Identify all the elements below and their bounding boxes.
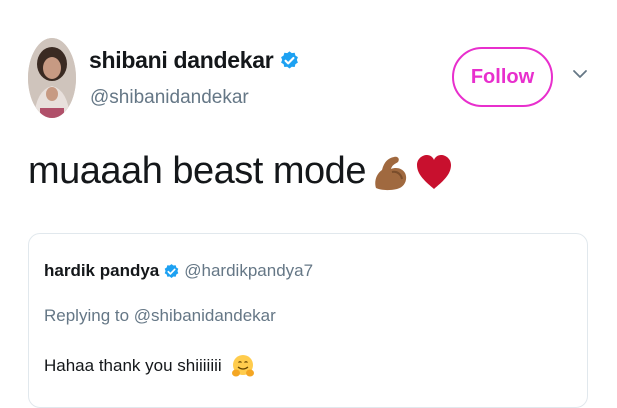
quoted-author-handle[interactable]: @hardikpandya7 xyxy=(184,261,313,281)
verified-badge-icon xyxy=(281,51,299,69)
verified-badge-icon xyxy=(164,263,179,278)
replying-to-text[interactable]: Replying to @shibanidandekar xyxy=(44,306,276,326)
profile-photo xyxy=(28,38,76,118)
red-heart-icon xyxy=(416,154,451,189)
quoted-tweet-text-content: Hahaa thank you shiiiiiii xyxy=(44,356,222,375)
follow-button[interactable]: Follow xyxy=(452,47,553,107)
avatar[interactable] xyxy=(28,38,76,118)
author-name[interactable]: shibani dandekar xyxy=(89,47,300,74)
chevron-down-icon[interactable] xyxy=(572,66,588,82)
quoted-tweet-text: Hahaa thank you shiiiiiii xyxy=(44,353,256,379)
author-name-text: shibani dandekar xyxy=(89,47,274,73)
author-handle[interactable]: @shibanidandekar xyxy=(90,87,249,109)
tweet-text-content: muaaah beast mode xyxy=(28,150,366,192)
quoted-author-name[interactable]: hardik pandya xyxy=(44,261,159,281)
tweet-text: muaaah beast mode xyxy=(28,150,454,193)
flexed-biceps-icon xyxy=(375,156,407,190)
quoted-tweet-header: hardik pandya @hardikpandya7 xyxy=(44,261,313,281)
quoted-tweet[interactable]: hardik pandya @hardikpandya7 Replying to… xyxy=(28,233,588,408)
hugging-face-icon xyxy=(231,355,254,377)
